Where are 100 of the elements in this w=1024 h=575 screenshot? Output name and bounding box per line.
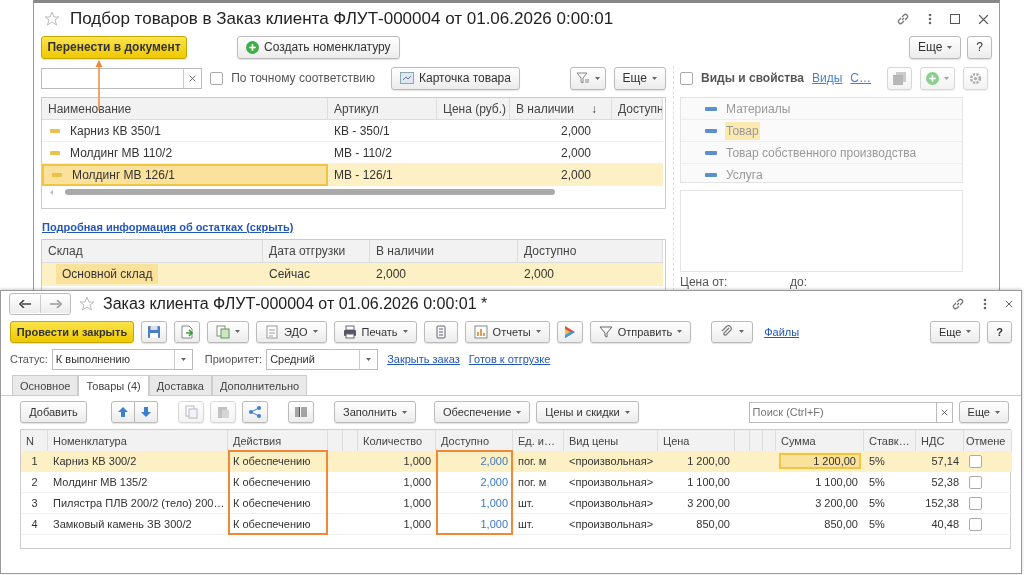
product-name: Молдинг МВ 126/1 [72, 168, 175, 182]
save-button[interactable] [141, 320, 167, 343]
search-field[interactable]: Поиск (Ctrl+F) [748, 401, 936, 423]
column-header[interactable]: Доступно [518, 240, 663, 263]
edo-button[interactable]: ЭДО [256, 320, 327, 343]
add-button[interactable]: Добавить [20, 401, 87, 423]
supply-button[interactable]: Обеспечение [434, 401, 531, 423]
table-cell[interactable]: Карниз КВ 350/1 [42, 120, 328, 142]
column-header[interactable]: Склад [42, 240, 263, 263]
send-button[interactable]: Отправить [589, 320, 692, 343]
filter-link[interactable]: С… [850, 71, 871, 85]
more-button[interactable]: Еще [958, 401, 1009, 423]
related-button[interactable] [556, 320, 583, 343]
copy-button[interactable] [887, 66, 912, 90]
scroll-arrow-icon[interactable] [50, 189, 53, 195]
column-header[interactable]: Ставк… [864, 430, 916, 453]
back-button[interactable] [10, 295, 40, 313]
product-card-button[interactable]: Карточка товара [391, 66, 520, 90]
tab[interactable]: Доставка [148, 375, 212, 395]
column-header[interactable]: Ед. и… [513, 430, 564, 453]
column-header[interactable] [763, 430, 776, 453]
barcode-button[interactable] [288, 401, 314, 423]
prices-button[interactable]: Цены и скидки [536, 401, 639, 423]
settings-button[interactable] [963, 66, 988, 90]
tab[interactable]: Дополнительно [212, 375, 308, 395]
move-up-button[interactable] [111, 401, 135, 423]
checkbox[interactable] [680, 71, 693, 85]
post-and-close-button[interactable]: Провести и закрыть [10, 320, 134, 343]
table-cell[interactable]: Молдинг МВ 126/1 [42, 164, 328, 186]
priority-select[interactable]: Средний [266, 348, 379, 370]
column-header[interactable] [328, 430, 343, 453]
table-cell[interactable]: Пилястра ПЛВ 200/2 (тело) 200… [53, 497, 225, 509]
more-menu-icon[interactable] [928, 13, 932, 25]
fill-button[interactable]: Заполнить [334, 401, 416, 423]
transfer-button[interactable]: Перенести в документ [41, 35, 187, 59]
column-header[interactable]: Доступн [612, 98, 663, 120]
link-icon[interactable] [896, 12, 910, 26]
table-cell[interactable]: Замковый камень ЗВ 300/2 [53, 518, 192, 530]
more-menu-icon[interactable] [983, 298, 987, 310]
column-header[interactable]: Номенклатура [48, 430, 228, 453]
close-icon[interactable] [978, 13, 989, 25]
column-header[interactable]: Количество [358, 430, 436, 453]
column-header[interactable]: В наличии [370, 240, 518, 263]
column-header[interactable] [750, 430, 763, 453]
column-header[interactable] [735, 430, 750, 453]
column-header[interactable]: Артикул [328, 98, 437, 120]
column-header[interactable] [343, 430, 358, 453]
close-icon[interactable] [189, 74, 197, 82]
column-header[interactable]: Отмене [964, 430, 1012, 453]
more-button[interactable]: Еще [908, 35, 962, 59]
column-header[interactable]: Цена (руб.) [437, 98, 510, 120]
star-icon[interactable] [44, 11, 60, 27]
action-link[interactable]: Готов к отгрузке [468, 353, 551, 365]
column-header[interactable]: НДС [916, 430, 964, 453]
checkbox[interactable] [969, 517, 982, 531]
add-button[interactable] [920, 66, 955, 90]
files-link[interactable]: Файлы [764, 325, 800, 338]
more-button[interactable]: Еще [929, 320, 981, 343]
paste-button[interactable] [210, 401, 236, 423]
close-icon[interactable] [1005, 300, 1013, 308]
clear-button[interactable] [935, 401, 953, 423]
column-header[interactable]: Вид цены [564, 430, 658, 453]
forward-button[interactable] [40, 295, 70, 313]
filter-link[interactable]: Виды [812, 71, 843, 85]
help-button[interactable]: ? [967, 35, 992, 59]
structure-button[interactable] [423, 320, 458, 343]
checkbox[interactable] [969, 475, 982, 489]
checkbox[interactable] [969, 454, 982, 468]
close-icon[interactable] [940, 408, 948, 416]
column-header[interactable]: N [21, 430, 48, 453]
column-header[interactable]: Наименование [42, 98, 328, 120]
reports-button[interactable]: Отчеты [464, 320, 550, 343]
attach-button[interactable] [711, 320, 754, 343]
post-button[interactable] [174, 320, 200, 343]
table-cell[interactable]: Молдинг МВ 135/2 [53, 476, 148, 488]
column-header[interactable]: Дата отгрузки [263, 240, 370, 263]
table-cell[interactable]: Основной склад [56, 264, 159, 284]
more-button[interactable]: Еще [613, 66, 666, 90]
details-link[interactable]: Подробная информация об остатках (скрыть) [42, 221, 294, 233]
create-based-button[interactable] [207, 320, 249, 343]
help-button[interactable]: ? [987, 320, 1012, 343]
status-select[interactable]: К выполнению [51, 348, 193, 370]
action-link[interactable]: Закрыть заказ [387, 353, 460, 365]
star-icon[interactable] [79, 296, 95, 312]
filter-button[interactable] [569, 66, 606, 90]
search-field[interactable] [41, 67, 203, 89]
split-button[interactable] [242, 401, 268, 423]
copy-button[interactable] [178, 401, 204, 423]
checkbox[interactable] [969, 496, 982, 510]
column-header[interactable]: Цена [658, 430, 735, 453]
maximize-icon[interactable] [950, 14, 960, 24]
create-item-button[interactable]: Создать номенклатуру [237, 35, 400, 59]
move-down-button[interactable] [135, 401, 158, 423]
tab[interactable]: Товары (4) [78, 375, 149, 396]
print-button[interactable]: Печать [333, 320, 417, 343]
column-header[interactable]: В наличии ↓ [510, 98, 612, 120]
checkbox[interactable] [210, 71, 224, 85]
tab[interactable]: Основное [12, 375, 79, 395]
column-header[interactable]: Сумма [776, 430, 864, 453]
link-icon[interactable] [951, 297, 965, 311]
